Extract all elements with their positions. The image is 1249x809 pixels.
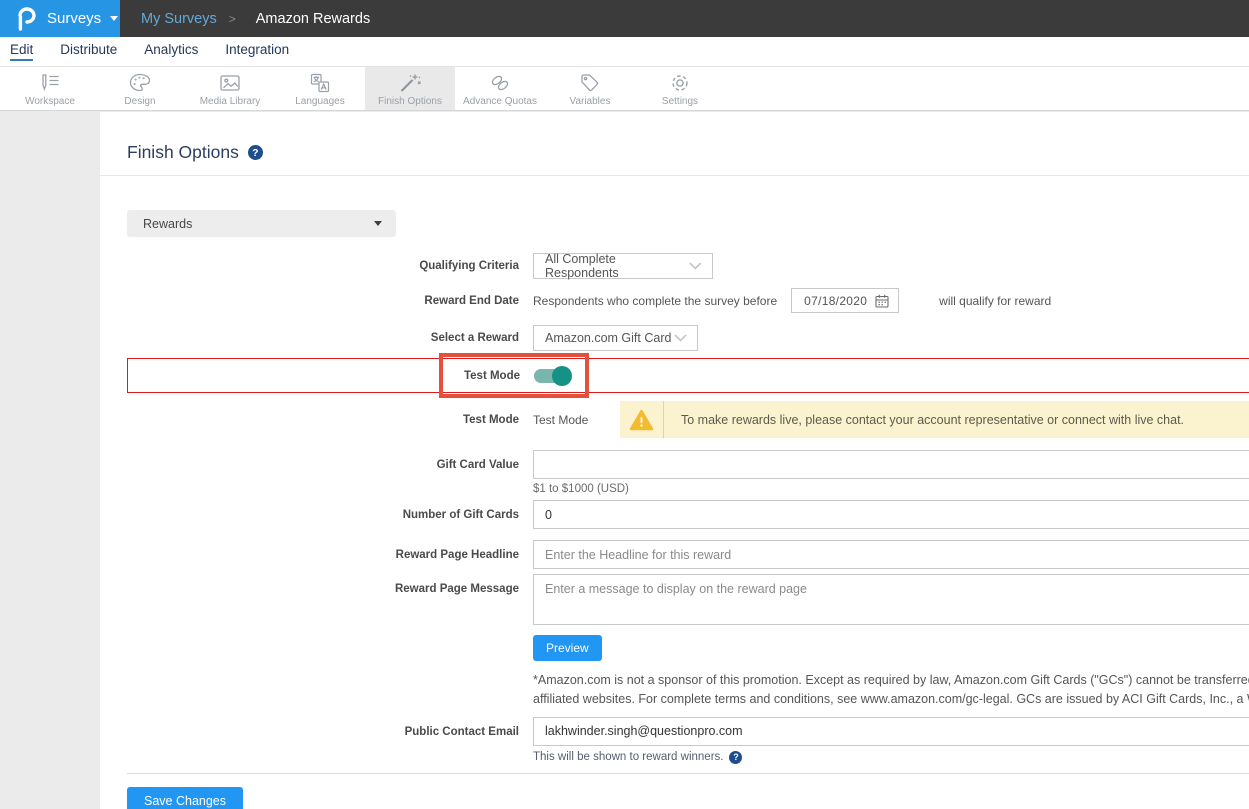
reward-page-headline-row: Reward Page Headline	[127, 540, 1249, 569]
qualifying-criteria-select[interactable]: All Complete Respondents	[533, 253, 713, 279]
workspace-icon	[37, 73, 63, 93]
chevron-down-icon	[674, 334, 687, 342]
tab-distribute[interactable]: Distribute	[60, 42, 117, 61]
app-menu-label: Surveys	[47, 10, 101, 27]
finish-option-type-dropdown[interactable]: Rewards	[127, 210, 396, 237]
gift-card-value-label: Gift Card Value	[127, 459, 519, 471]
reward-page-message-textarea[interactable]	[533, 574, 1249, 625]
reward-end-date-prefix: Respondents who complete the survey befo…	[533, 294, 777, 308]
gift-card-value-input[interactable]	[533, 450, 1249, 479]
toolbar-item-variables[interactable]: Variables	[545, 67, 635, 110]
toolbar-item-workspace[interactable]: Workspace	[5, 67, 95, 110]
public-contact-email-row: Public Contact Email This will be shown …	[127, 717, 1249, 764]
questionpro-logo-icon	[15, 7, 36, 31]
breadcrumb-separator: >	[229, 12, 236, 26]
main-content: Finish Options ? Rewards Qualifying Crit…	[100, 112, 1249, 809]
select-reward-label: Select a Reward	[127, 332, 519, 344]
chevron-down-icon	[110, 16, 118, 21]
chain-link-icon	[488, 73, 512, 93]
test-mode-status-row: Test Mode Test Mode To make rewards live…	[127, 401, 1249, 438]
reward-end-date-input[interactable]: 07/18/2020	[791, 288, 899, 313]
finish-option-type-value: Rewards	[143, 217, 192, 231]
chevron-down-icon	[689, 262, 702, 270]
qualifying-criteria-row: Qualifying Criteria All Complete Respond…	[127, 253, 1249, 279]
number-of-gift-cards-input[interactable]	[533, 500, 1249, 529]
edit-toolbar: Workspace Design Media Library	[0, 67, 1249, 111]
reward-page-message-label: Reward Page Message	[127, 583, 519, 595]
form-bottom-divider	[127, 773, 1249, 774]
survey-nav-tabs: Edit Distribute Analytics Integration	[0, 37, 1249, 67]
palette-icon	[128, 73, 152, 93]
tab-edit[interactable]: Edit	[10, 42, 33, 61]
reward-page-headline-label: Reward Page Headline	[127, 549, 519, 561]
page-title: Finish Options	[127, 142, 239, 163]
breadcrumb: My Surveys > Amazon Rewards	[141, 0, 370, 37]
number-of-gift-cards-row: Number of Gift Cards	[127, 500, 1249, 529]
amazon-disclaimer: *Amazon.com is not a sponsor of this pro…	[533, 671, 1249, 710]
reward-end-date-row: Reward End Date Respondents who complete…	[127, 288, 1249, 313]
breadcrumb-parent-link[interactable]: My Surveys	[141, 11, 217, 27]
amazon-disclaimer-line2: affiliated websites. For complete terms …	[533, 690, 1249, 709]
gift-card-value-helper: $1 to $1000 (USD)	[533, 483, 1249, 495]
toolbar-item-advance-quotas[interactable]: Advance Quotas	[455, 67, 545, 110]
app-menu[interactable]: Surveys	[0, 0, 120, 37]
calendar-icon	[875, 294, 889, 308]
reward-end-date-suffix: will qualify for reward	[939, 294, 1051, 308]
test-mode-toggle[interactable]	[534, 369, 570, 383]
breadcrumb-current: Amazon Rewards	[256, 11, 370, 27]
tab-integration[interactable]: Integration	[225, 42, 289, 61]
preview-button[interactable]: Preview	[533, 635, 602, 661]
toggle-knob	[552, 366, 572, 386]
tab-analytics[interactable]: Analytics	[144, 42, 198, 61]
reward-end-date-label: Reward End Date	[127, 295, 519, 307]
title-divider	[100, 175, 1249, 176]
toolbar-item-media-library[interactable]: Media Library	[185, 67, 275, 110]
test-mode-status-label: Test Mode	[127, 414, 519, 426]
magic-wand-icon	[398, 73, 422, 93]
toolbar-item-design[interactable]: Design	[95, 67, 185, 110]
top-bar: Surveys My Surveys > Amazon Rewards	[0, 0, 1249, 37]
qualifying-criteria-label: Qualifying Criteria	[127, 260, 519, 272]
image-icon	[218, 73, 242, 93]
save-changes-button[interactable]: Save Changes	[127, 787, 243, 809]
gear-icon	[668, 73, 692, 93]
warning-banner: To make rewards live, please contact you…	[620, 401, 1249, 438]
toolbar-item-finish-options[interactable]: Finish Options	[365, 67, 455, 110]
public-contact-email-input[interactable]	[533, 717, 1249, 746]
warning-triangle-icon	[629, 409, 654, 431]
test-mode-status-value: Test Mode	[533, 413, 620, 427]
select-reward-select[interactable]: Amazon.com Gift Card	[533, 325, 698, 351]
test-mode-toggle-label: Test Mode	[128, 370, 520, 382]
help-icon[interactable]: ?	[729, 751, 742, 764]
reward-page-headline-input[interactable]	[533, 540, 1249, 569]
test-mode-toggle-row: Test Mode	[127, 358, 1249, 393]
public-contact-email-label: Public Contact Email	[127, 726, 519, 738]
amazon-disclaimer-line1: *Amazon.com is not a sponsor of this pro…	[533, 671, 1249, 690]
help-icon[interactable]: ?	[248, 145, 263, 160]
tag-icon	[578, 73, 602, 93]
reward-page-message-row: Reward Page Message	[127, 574, 1249, 625]
gift-card-value-row: Gift Card Value $1 to $1000 (USD)	[127, 450, 1249, 495]
toolbar-item-settings[interactable]: Settings	[635, 67, 725, 110]
warning-message: To make rewards live, please contact you…	[664, 401, 1184, 438]
public-contact-email-helper: This will be shown to reward winners. ?	[533, 751, 1249, 764]
number-of-gift-cards-label: Number of Gift Cards	[127, 509, 519, 521]
rewards-form: Qualifying Criteria All Complete Respond…	[127, 253, 1249, 809]
chevron-down-icon	[374, 221, 382, 226]
select-reward-row: Select a Reward Amazon.com Gift Card	[127, 325, 1249, 351]
translate-icon	[308, 73, 332, 93]
preview-row: Preview *Amazon.com is not a sponsor of …	[127, 635, 1249, 710]
toolbar-item-languages[interactable]: Languages	[275, 67, 365, 110]
